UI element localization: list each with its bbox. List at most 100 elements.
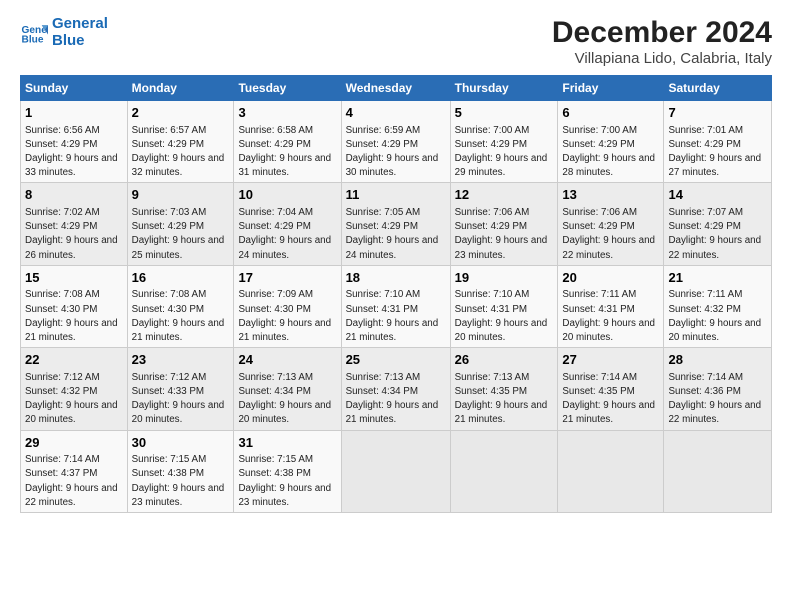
day-number: 15 xyxy=(25,269,123,287)
logo-general: General xyxy=(52,16,108,33)
calendar-cell: 10 Sunrise: 7:04 AMSunset: 4:29 PMDayligh… xyxy=(234,183,341,265)
calendar-cell: 19Sunrise: 7:10 AMSunset: 4:31 PMDayligh… xyxy=(450,265,558,347)
day-number: 2 xyxy=(132,104,230,122)
page: General Blue General Blue December 2024 … xyxy=(0,0,792,612)
svg-text:Blue: Blue xyxy=(22,34,44,45)
calendar-cell: 25 Sunrise: 7:13 AMSunset: 4:34 PMDayligh… xyxy=(341,348,450,430)
col-header-saturday: Saturday xyxy=(664,76,772,101)
day-info: Sunrise: 7:12 AMSunset: 4:33 PMDaylight:… xyxy=(132,372,225,426)
calendar-cell: 3 Sunrise: 6:58 AMSunset: 4:29 PMDaylight… xyxy=(234,101,341,183)
subtitle: Villapiana Lido, Calabria, Italy xyxy=(552,50,772,67)
week-row-5: 29 Sunrise: 7:14 AMSunset: 4:37 PMDayligh… xyxy=(21,430,772,512)
week-row-1: 1Sunrise: 6:56 AMSunset: 4:29 PMDaylight… xyxy=(21,101,772,183)
day-number: 24 xyxy=(238,351,336,369)
day-number: 22 xyxy=(25,351,123,369)
day-info: Sunrise: 7:10 AMSunset: 4:31 PMDaylight:… xyxy=(346,289,439,343)
calendar-cell: 29 Sunrise: 7:14 AMSunset: 4:37 PMDayligh… xyxy=(21,430,128,512)
day-number: 10 xyxy=(238,186,336,204)
logo-icon: General Blue xyxy=(20,19,48,47)
calendar-cell: 18 Sunrise: 7:10 AMSunset: 4:31 PMDayligh… xyxy=(341,265,450,347)
day-number: 23 xyxy=(132,351,230,369)
day-number: 12 xyxy=(455,186,554,204)
day-info: Sunrise: 7:13 AMSunset: 4:34 PMDaylight:… xyxy=(238,372,331,426)
calendar-cell: 1Sunrise: 6:56 AMSunset: 4:29 PMDaylight… xyxy=(21,101,128,183)
calendar-cell: 12 Sunrise: 7:06 AMSunset: 4:29 PMDayligh… xyxy=(450,183,558,265)
calendar-cell: 23 Sunrise: 7:12 AMSunset: 4:33 PMDayligh… xyxy=(127,348,234,430)
calendar-cell: 21 Sunrise: 7:11 AMSunset: 4:32 PMDayligh… xyxy=(664,265,772,347)
day-info: Sunrise: 7:06 AMSunset: 4:29 PMDaylight:… xyxy=(455,207,548,261)
calendar-cell: 22Sunrise: 7:12 AMSunset: 4:32 PMDayligh… xyxy=(21,348,128,430)
day-info: Sunrise: 7:05 AMSunset: 4:29 PMDaylight:… xyxy=(346,207,439,261)
day-info: Sunrise: 6:56 AMSunset: 4:29 PMDaylight:… xyxy=(25,125,118,179)
calendar-cell xyxy=(558,430,664,512)
calendar-cell xyxy=(664,430,772,512)
day-info: Sunrise: 7:09 AMSunset: 4:30 PMDaylight:… xyxy=(238,289,331,343)
calendar-cell: 20 Sunrise: 7:11 AMSunset: 4:31 PMDayligh… xyxy=(558,265,664,347)
day-info: Sunrise: 7:10 AMSunset: 4:31 PMDaylight:… xyxy=(455,289,548,343)
calendar-cell: 11 Sunrise: 7:05 AMSunset: 4:29 PMDayligh… xyxy=(341,183,450,265)
calendar-cell xyxy=(450,430,558,512)
day-info: Sunrise: 7:13 AMSunset: 4:35 PMDaylight:… xyxy=(455,372,548,426)
col-header-wednesday: Wednesday xyxy=(341,76,450,101)
day-info: Sunrise: 7:13 AMSunset: 4:34 PMDaylight:… xyxy=(346,372,439,426)
calendar-table: SundayMondayTuesdayWednesdayThursdayFrid… xyxy=(20,75,772,513)
calendar-cell: 13 Sunrise: 7:06 AMSunset: 4:29 PMDayligh… xyxy=(558,183,664,265)
day-info: Sunrise: 7:14 AMSunset: 4:36 PMDaylight:… xyxy=(668,372,761,426)
day-info: Sunrise: 7:11 AMSunset: 4:31 PMDaylight:… xyxy=(562,289,655,343)
col-header-tuesday: Tuesday xyxy=(234,76,341,101)
day-number: 8 xyxy=(25,186,123,204)
col-header-thursday: Thursday xyxy=(450,76,558,101)
day-number: 21 xyxy=(668,269,767,287)
day-number: 18 xyxy=(346,269,446,287)
calendar-cell: 28Sunrise: 7:14 AMSunset: 4:36 PMDayligh… xyxy=(664,348,772,430)
day-number: 20 xyxy=(562,269,659,287)
day-number: 14 xyxy=(668,186,767,204)
calendar-cell: 2Sunrise: 6:57 AMSunset: 4:29 PMDaylight… xyxy=(127,101,234,183)
day-info: Sunrise: 7:03 AMSunset: 4:29 PMDaylight:… xyxy=(132,207,225,261)
day-info: Sunrise: 7:00 AMSunset: 4:29 PMDaylight:… xyxy=(562,125,655,179)
day-info: Sunrise: 7:01 AMSunset: 4:29 PMDaylight:… xyxy=(668,125,761,179)
day-number: 25 xyxy=(346,351,446,369)
day-info: Sunrise: 7:00 AMSunset: 4:29 PMDaylight:… xyxy=(455,125,548,179)
logo-blue: Blue xyxy=(52,33,108,50)
day-info: Sunrise: 6:58 AMSunset: 4:29 PMDaylight:… xyxy=(238,125,331,179)
logo: General Blue General Blue xyxy=(20,16,108,49)
day-number: 11 xyxy=(346,186,446,204)
day-number: 17 xyxy=(238,269,336,287)
day-number: 27 xyxy=(562,351,659,369)
calendar-cell: 31Sunrise: 7:15 AMSunset: 4:38 PMDayligh… xyxy=(234,430,341,512)
calendar-cell: 8 Sunrise: 7:02 AMSunset: 4:29 PMDaylight… xyxy=(21,183,128,265)
calendar-cell: 6 Sunrise: 7:00 AMSunset: 4:29 PMDaylight… xyxy=(558,101,664,183)
calendar-cell: 7 Sunrise: 7:01 AMSunset: 4:29 PMDaylight… xyxy=(664,101,772,183)
day-number: 29 xyxy=(25,434,123,452)
calendar-cell: 5Sunrise: 7:00 AMSunset: 4:29 PMDaylight… xyxy=(450,101,558,183)
week-row-2: 8 Sunrise: 7:02 AMSunset: 4:29 PMDaylight… xyxy=(21,183,772,265)
calendar-cell: 26 Sunrise: 7:13 AMSunset: 4:35 PMDayligh… xyxy=(450,348,558,430)
day-number: 13 xyxy=(562,186,659,204)
day-info: Sunrise: 7:11 AMSunset: 4:32 PMDaylight:… xyxy=(668,289,761,343)
day-info: Sunrise: 7:14 AMSunset: 4:35 PMDaylight:… xyxy=(562,372,655,426)
day-number: 7 xyxy=(668,104,767,122)
day-info: Sunrise: 7:06 AMSunset: 4:29 PMDaylight:… xyxy=(562,207,655,261)
day-number: 9 xyxy=(132,186,230,204)
day-info: Sunrise: 7:15 AMSunset: 4:38 PMDaylight:… xyxy=(132,454,225,508)
calendar-cell: 16Sunrise: 7:08 AMSunset: 4:30 PMDayligh… xyxy=(127,265,234,347)
day-info: Sunrise: 7:08 AMSunset: 4:30 PMDaylight:… xyxy=(25,289,118,343)
day-info: Sunrise: 7:15 AMSunset: 4:38 PMDaylight:… xyxy=(238,454,331,508)
col-header-sunday: Sunday xyxy=(21,76,128,101)
calendar-cell: 14 Sunrise: 7:07 AMSunset: 4:29 PMDayligh… xyxy=(664,183,772,265)
day-number: 3 xyxy=(238,104,336,122)
calendar-cell: 27 Sunrise: 7:14 AMSunset: 4:35 PMDayligh… xyxy=(558,348,664,430)
header: General Blue General Blue December 2024 … xyxy=(20,16,772,67)
day-number: 6 xyxy=(562,104,659,122)
week-row-4: 22Sunrise: 7:12 AMSunset: 4:32 PMDayligh… xyxy=(21,348,772,430)
calendar-cell: 30Sunrise: 7:15 AMSunset: 4:38 PMDayligh… xyxy=(127,430,234,512)
day-info: Sunrise: 7:04 AMSunset: 4:29 PMDaylight:… xyxy=(238,207,331,261)
col-header-monday: Monday xyxy=(127,76,234,101)
calendar-cell: 9 Sunrise: 7:03 AMSunset: 4:29 PMDaylight… xyxy=(127,183,234,265)
day-number: 26 xyxy=(455,351,554,369)
day-info: Sunrise: 7:02 AMSunset: 4:29 PMDaylight:… xyxy=(25,207,118,261)
day-info: Sunrise: 7:07 AMSunset: 4:29 PMDaylight:… xyxy=(668,207,761,261)
day-info: Sunrise: 7:14 AMSunset: 4:37 PMDaylight:… xyxy=(25,454,118,508)
calendar-cell xyxy=(341,430,450,512)
